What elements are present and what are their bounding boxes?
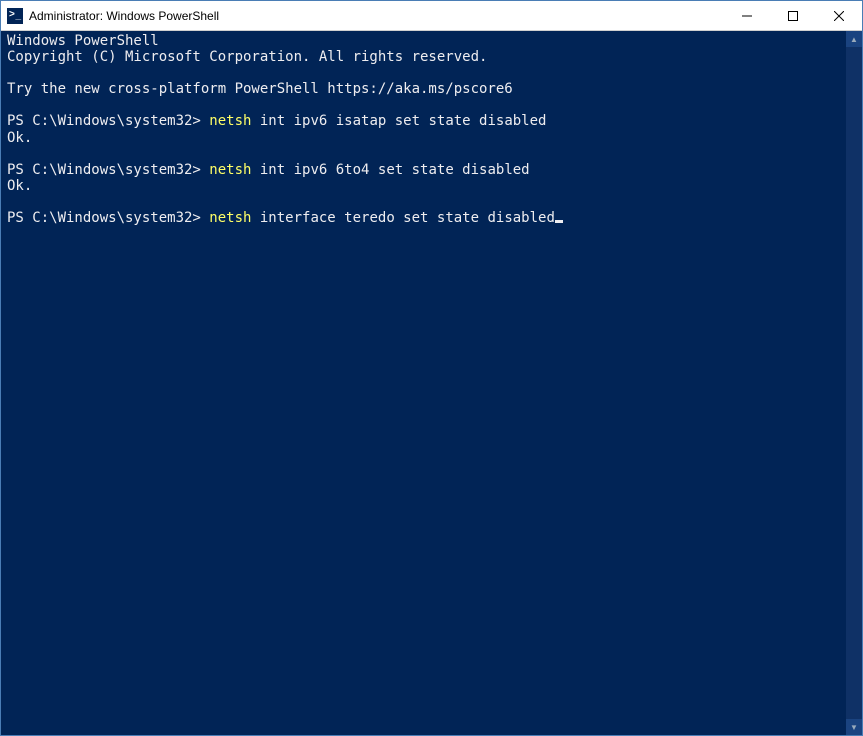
- prompt: PS C:\Windows\system32>: [7, 210, 209, 226]
- maximize-icon: [788, 11, 798, 21]
- command-highlight: netsh: [209, 162, 251, 178]
- terminal-area: Windows PowerShell Copyright (C) Microso…: [1, 31, 862, 735]
- titlebar: Administrator: Windows PowerShell: [1, 1, 862, 31]
- ps-banner-line2: Copyright (C) Microsoft Corporation. All…: [7, 49, 487, 65]
- ps-hint: Try the new cross-platform PowerShell ht…: [7, 81, 513, 97]
- cursor: [555, 220, 563, 223]
- ps-banner-line1: Windows PowerShell: [7, 33, 159, 49]
- scroll-down-arrow-icon[interactable]: ▼: [846, 719, 862, 735]
- command-output: Ok.: [7, 178, 32, 194]
- scroll-up-arrow-icon[interactable]: ▲: [846, 31, 862, 47]
- vertical-scrollbar[interactable]: ▲ ▼: [846, 31, 862, 735]
- command-highlight: netsh: [209, 210, 251, 226]
- command-rest: interface teredo set state disabled: [251, 210, 554, 226]
- window-controls: [724, 1, 862, 30]
- command-highlight: netsh: [209, 113, 251, 129]
- command-output: Ok.: [7, 130, 32, 146]
- powershell-icon: [7, 8, 23, 24]
- window-title: Administrator: Windows PowerShell: [29, 9, 724, 23]
- close-icon: [834, 11, 844, 21]
- command-rest: int ipv6 isatap set state disabled: [251, 113, 546, 129]
- prompt: PS C:\Windows\system32>: [7, 162, 209, 178]
- maximize-button[interactable]: [770, 1, 816, 30]
- terminal[interactable]: Windows PowerShell Copyright (C) Microso…: [1, 31, 846, 735]
- close-button[interactable]: [816, 1, 862, 30]
- command-rest: int ipv6 6to4 set state disabled: [251, 162, 529, 178]
- minimize-icon: [742, 11, 752, 21]
- minimize-button[interactable]: [724, 1, 770, 30]
- prompt: PS C:\Windows\system32>: [7, 113, 209, 129]
